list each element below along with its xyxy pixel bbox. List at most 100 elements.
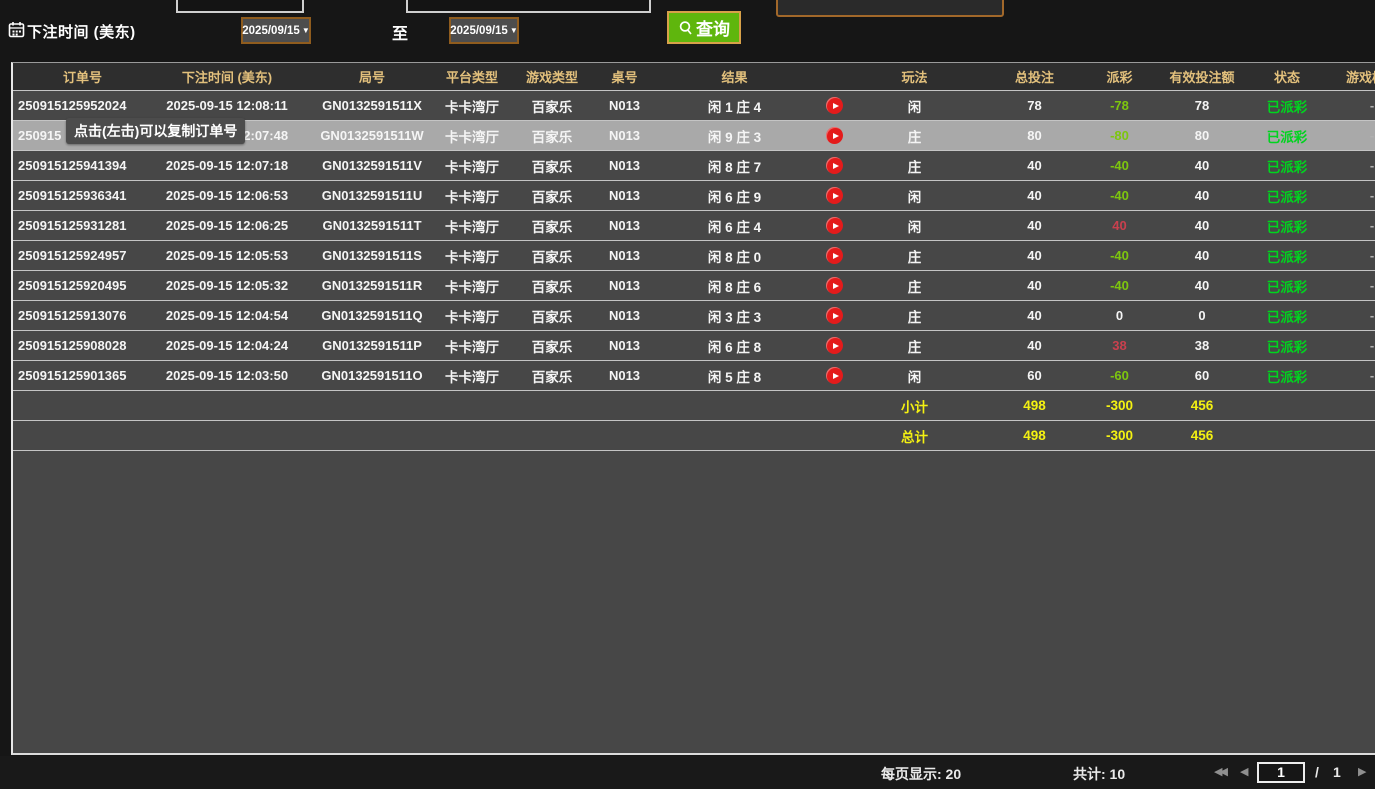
next-page-icon[interactable]: ▶ — [1358, 765, 1366, 778]
table-row[interactable]: 250915125924957 2025-09-15 12:05:53 GN01… — [13, 241, 1375, 271]
summary-label: 总计 — [847, 426, 982, 446]
payout-cell: -80 — [1087, 128, 1152, 143]
table-row[interactable]: 250915125941394 2025-09-15 12:07:18 GN01… — [13, 151, 1375, 181]
total-bet-cell: 40 — [982, 218, 1087, 233]
cutoff-input-1[interactable] — [176, 0, 304, 13]
date-to-select[interactable]: 2025/09/15▼ — [449, 17, 519, 44]
valid-bet-cell: 40 — [1152, 188, 1252, 203]
valid-bet-cell: 0 — [1152, 308, 1252, 323]
table-number-cell: N013 — [602, 338, 647, 353]
total-bet-cell: 40 — [982, 308, 1087, 323]
status-cell: 已派彩 — [1252, 126, 1322, 146]
order-number-cell[interactable]: 250915125924957 — [13, 248, 152, 263]
round-id-cell: GN0132591511X — [302, 98, 442, 113]
play-video-icon[interactable] — [826, 187, 843, 204]
payout-cell: 0 — [1087, 308, 1152, 323]
to-label: 至 — [392, 20, 408, 44]
play-video-icon[interactable] — [826, 217, 843, 234]
game-mode-cell: - — [1322, 368, 1375, 383]
total-bet-cell: 40 — [982, 278, 1087, 293]
summary-label: 小计 — [847, 396, 982, 416]
result-cell: 闲 8 庄 7 — [647, 156, 822, 176]
page-number-input[interactable]: 1 — [1257, 762, 1305, 783]
cutoff-dropdown[interactable] — [776, 0, 1004, 17]
table-row[interactable]: 250915125901365 2025-09-15 12:03:50 GN01… — [13, 361, 1375, 391]
platform-type-cell: 卡卡湾厅 — [442, 186, 502, 206]
platform-type-cell: 卡卡湾厅 — [442, 306, 502, 326]
table-header-row: 订单号下注时间 (美东)局号平台类型游戏类型桌号结果玩法总投注派彩有效投注额状态… — [13, 63, 1375, 91]
cutoff-input-2[interactable] — [406, 0, 651, 13]
order-number-cell[interactable]: 250915125913076 — [13, 308, 152, 323]
first-page-icon[interactable]: ◀◀ — [1214, 765, 1225, 778]
total-bet-cell: 40 — [982, 338, 1087, 353]
round-id-cell: GN0132591511W — [302, 128, 442, 143]
play-type-cell: 庄 — [847, 156, 982, 176]
status-cell: 已派彩 — [1252, 366, 1322, 386]
table-row[interactable]: 250915125913076 2025-09-15 12:04:54 GN01… — [13, 301, 1375, 331]
payout-cell: -60 — [1087, 368, 1152, 383]
bet-time-cell: 2025-09-15 12:04:24 — [152, 338, 302, 353]
status-cell: 已派彩 — [1252, 186, 1322, 206]
date-from-select[interactable]: 2025/09/15▼ — [241, 17, 311, 44]
result-cell: 闲 3 庄 3 — [647, 306, 822, 326]
column-header: 桌号 — [602, 67, 647, 86]
total-bet-cell: 80 — [982, 128, 1087, 143]
play-video-icon[interactable] — [826, 97, 843, 114]
chevron-down-icon: ▼ — [302, 26, 310, 35]
table-number-cell: N013 — [602, 278, 647, 293]
order-number-cell[interactable]: 250915125901365 — [13, 368, 152, 383]
order-number-cell[interactable]: 250915125941394 — [13, 158, 152, 173]
query-button-label: 查询 — [696, 15, 730, 40]
column-header: 总投注 — [982, 67, 1087, 86]
game-type-cell: 百家乐 — [502, 336, 602, 356]
play-video-icon[interactable] — [826, 247, 843, 264]
prev-page-icon[interactable]: ◀ — [1240, 765, 1248, 778]
result-cell: 闲 8 庄 0 — [647, 246, 822, 266]
column-header: 游戏类型 — [502, 67, 602, 86]
table-row[interactable]: 250915125936341 2025-09-15 12:06:53 GN01… — [13, 181, 1375, 211]
page-size-label: 每页显示: 20 — [881, 764, 961, 784]
result-cell: 闲 6 庄 4 — [647, 216, 822, 236]
play-type-cell: 闲 — [847, 186, 982, 206]
order-number-cell[interactable]: 250915125920495 — [13, 278, 152, 293]
summary-valid-bet: 456 — [1152, 428, 1252, 443]
order-number-cell[interactable]: 250915125936341 — [13, 188, 152, 203]
result-cell: 闲 9 庄 3 — [647, 126, 822, 146]
table-number-cell: N013 — [602, 218, 647, 233]
bet-time-cell: 2025-09-15 12:06:53 — [152, 188, 302, 203]
table-row[interactable]: 250915125920495 2025-09-15 12:05:32 GN01… — [13, 271, 1375, 301]
play-type-cell: 闲 — [847, 216, 982, 236]
order-number-cell[interactable]: 250915125908028 — [13, 338, 152, 353]
query-button[interactable]: 查询 — [667, 11, 741, 44]
status-cell: 已派彩 — [1252, 246, 1322, 266]
result-cell: 闲 5 庄 8 — [647, 366, 822, 386]
date-from-value: 2025/09/15 — [242, 25, 300, 37]
platform-type-cell: 卡卡湾厅 — [442, 96, 502, 116]
play-video-icon[interactable] — [826, 277, 843, 294]
summary-payout: -300 — [1087, 398, 1152, 413]
order-number-cell[interactable]: 250915125952024 — [13, 98, 152, 113]
total-bet-cell: 40 — [982, 248, 1087, 263]
summary-total-bet: 498 — [982, 428, 1087, 443]
play-video-icon[interactable] — [826, 337, 843, 354]
table-row[interactable]: 250915125931281 2025-09-15 12:06:25 GN01… — [13, 211, 1375, 241]
game-type-cell: 百家乐 — [502, 276, 602, 296]
payout-cell: -40 — [1087, 278, 1152, 293]
result-cell: 闲 6 庄 9 — [647, 186, 822, 206]
play-video-icon[interactable] — [826, 367, 843, 384]
play-type-cell: 庄 — [847, 246, 982, 266]
valid-bet-cell: 80 — [1152, 128, 1252, 143]
play-video-icon[interactable] — [826, 127, 843, 144]
order-number-cell[interactable]: 250915125931281 — [13, 218, 152, 233]
column-header: 结果 — [647, 67, 822, 86]
bet-time-cell: 2025-09-15 12:04:54 — [152, 308, 302, 323]
table-number-cell: N013 — [602, 98, 647, 113]
table-row[interactable]: 250915125952024 2025-09-15 12:08:11 GN01… — [13, 91, 1375, 121]
valid-bet-cell: 40 — [1152, 158, 1252, 173]
status-cell: 已派彩 — [1252, 96, 1322, 116]
table-row[interactable]: 250915125908028 2025-09-15 12:04:24 GN01… — [13, 331, 1375, 361]
page-separator: / — [1315, 764, 1319, 780]
game-type-cell: 百家乐 — [502, 306, 602, 326]
play-video-icon[interactable] — [826, 157, 843, 174]
play-video-icon[interactable] — [826, 307, 843, 324]
